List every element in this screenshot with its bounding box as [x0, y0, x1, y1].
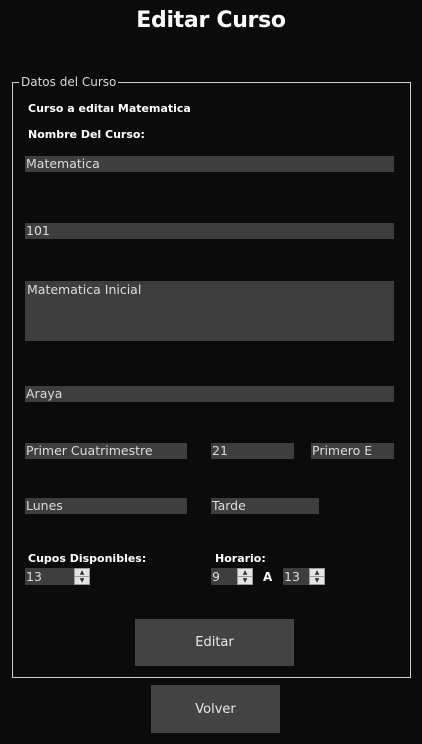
stepper-buttons: ▲ ▼ — [74, 568, 90, 585]
shift-input[interactable]: Tarde — [211, 498, 319, 514]
end-hour-stepper[interactable]: 13 ▲ ▼ — [283, 568, 325, 585]
stepper-down-icon[interactable]: ▼ — [238, 576, 252, 584]
available-seats-label: Cupos Disponibles: — [28, 552, 147, 565]
term-input[interactable]: Primer Cuatrimestre — [25, 443, 187, 459]
fieldset-legend: Datos del Curso — [19, 75, 119, 89]
stepper-up-icon[interactable]: ▲ — [238, 569, 252, 576]
edit-course-page: Editar Curso Datos del Curso Curso a edi… — [0, 0, 422, 744]
schedule-separator: A — [263, 570, 273, 584]
stepper-buttons: ▲ ▼ — [237, 568, 253, 585]
classroom-input[interactable]: 21 — [211, 443, 294, 459]
available-seats-stepper[interactable]: 13 ▲ ▼ — [25, 568, 90, 585]
stepper-buttons: ▲ ▼ — [309, 568, 325, 585]
day-input[interactable]: Lunes — [25, 498, 187, 514]
professor-input[interactable]: Araya — [25, 386, 394, 402]
stepper-down-icon[interactable]: ▼ — [310, 576, 324, 584]
division-input[interactable]: Primero E — [311, 443, 394, 459]
stepper-down-icon[interactable]: ▼ — [75, 576, 89, 584]
course-code-input[interactable]: 101 — [25, 223, 394, 239]
stepper-up-icon[interactable]: ▲ — [75, 569, 89, 576]
available-seats-value[interactable]: 13 — [25, 568, 74, 585]
start-hour-value[interactable]: 9 — [211, 568, 237, 585]
edit-button[interactable]: Editar — [135, 619, 294, 666]
start-hour-stepper[interactable]: 9 ▲ ▼ — [211, 568, 253, 585]
course-name-input[interactable]: Matematica — [25, 156, 394, 172]
course-to-edit-label: Curso a editaı Matematica — [28, 102, 191, 115]
end-hour-value[interactable]: 13 — [283, 568, 309, 585]
schedule-label: Horario: — [215, 552, 266, 565]
course-name-label: Nombre Del Curso: — [28, 128, 145, 141]
course-description-textarea[interactable]: Matematica Inicial — [25, 281, 394, 341]
page-title: Editar Curso — [136, 8, 286, 33]
back-button[interactable]: Volver — [151, 685, 280, 733]
stepper-up-icon[interactable]: ▲ — [310, 569, 324, 576]
